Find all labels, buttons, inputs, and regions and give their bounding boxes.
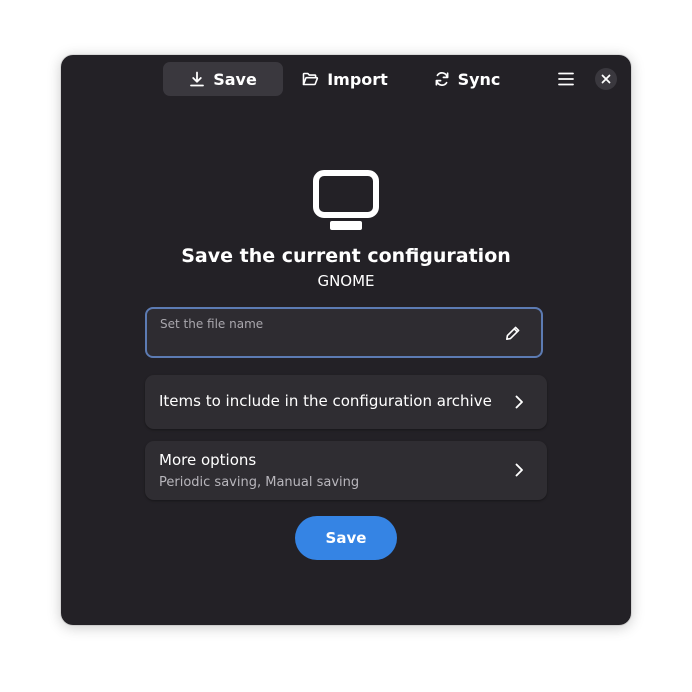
save-button[interactable]: Save — [295, 516, 397, 560]
app-window: Save Import Sync Save the current config… — [61, 55, 631, 625]
page-title: Save the current configuration — [181, 245, 511, 267]
tab-save[interactable]: Save — [163, 62, 283, 96]
computer-monitor-icon — [313, 170, 379, 230]
more-options-row[interactable]: More options Periodic saving, Manual sav… — [145, 441, 547, 500]
tab-sync-label: Sync — [457, 69, 501, 89]
tab-save-label: Save — [213, 69, 257, 89]
main-menu-button[interactable] — [551, 65, 581, 93]
more-options-subtitle: Periodic saving, Manual saving — [159, 475, 360, 490]
items-to-include-label: Items to include in the configuration ar… — [159, 392, 492, 410]
tab-import-label: Import — [327, 69, 388, 89]
chevron-right-icon — [515, 463, 523, 477]
hamburger-menu-icon — [558, 72, 574, 86]
tab-import[interactable]: Import — [285, 62, 405, 96]
chevron-right-icon — [515, 395, 523, 409]
items-to-include-row[interactable]: Items to include in the configuration ar… — [145, 375, 547, 429]
download-icon — [190, 71, 205, 87]
close-icon — [601, 74, 611, 84]
header-bar: Save Import Sync — [61, 55, 631, 103]
more-options-label: More options — [159, 451, 257, 469]
close-window-button[interactable] — [595, 68, 617, 90]
desktop-environment-label: GNOME — [317, 272, 375, 290]
pencil-icon[interactable] — [505, 325, 521, 341]
file-name-input[interactable] — [159, 335, 489, 353]
file-name-placeholder: Set the file name — [160, 317, 264, 331]
sync-icon — [435, 72, 449, 86]
tab-sync[interactable]: Sync — [407, 62, 527, 96]
file-name-entry[interactable]: Set the file name — [145, 307, 543, 358]
folder-open-icon — [302, 72, 319, 85]
